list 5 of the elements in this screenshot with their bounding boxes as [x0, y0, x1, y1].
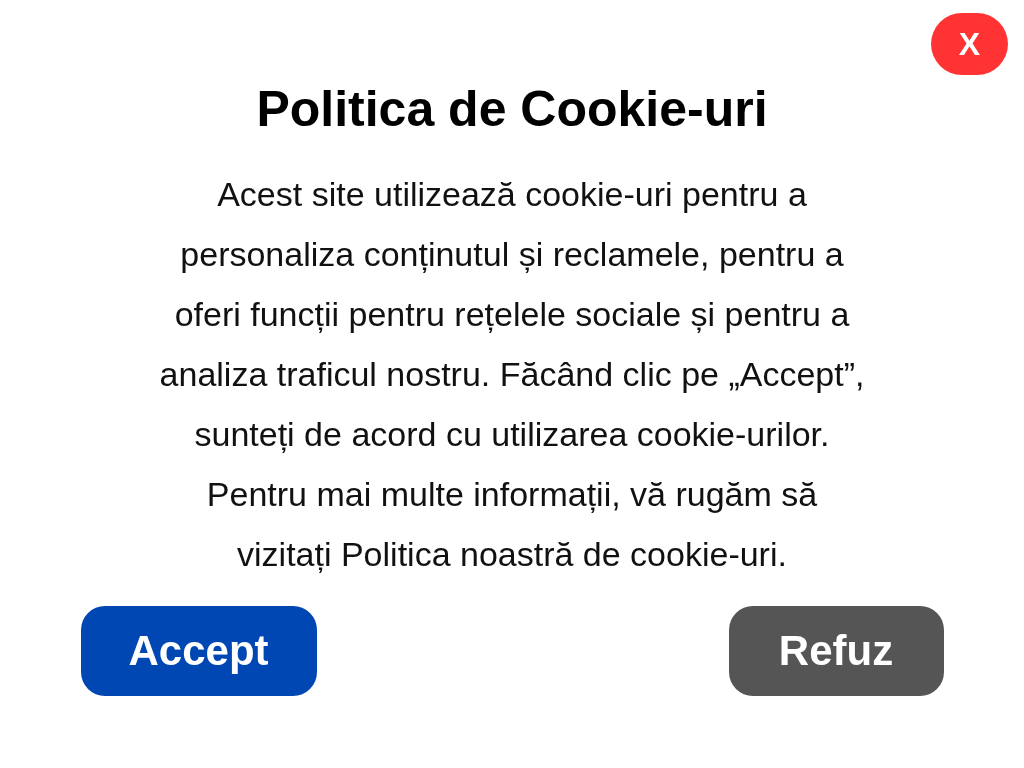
cookie-message: Acest site utilizează cookie-uri pentru a personaliza conținutul și reclamele, pentru a oferi funcții pentru rețelele sociale și pentru a analiza traficul nostru. Făcând clic pe „Accept”, sunteți de acord cu utilizarea cookie-urilor. Pentru mai multe informații, vă rugăm să vizitați Politica noastră de cookie-uri.	[159, 174, 865, 575]
dialog-title: Politica de Cookie-uri	[256, 80, 768, 139]
close-button[interactable]: X	[931, 13, 1008, 75]
accept-button[interactable]: Accept	[80, 606, 317, 696]
decline-button[interactable]: Refuz	[728, 606, 944, 696]
